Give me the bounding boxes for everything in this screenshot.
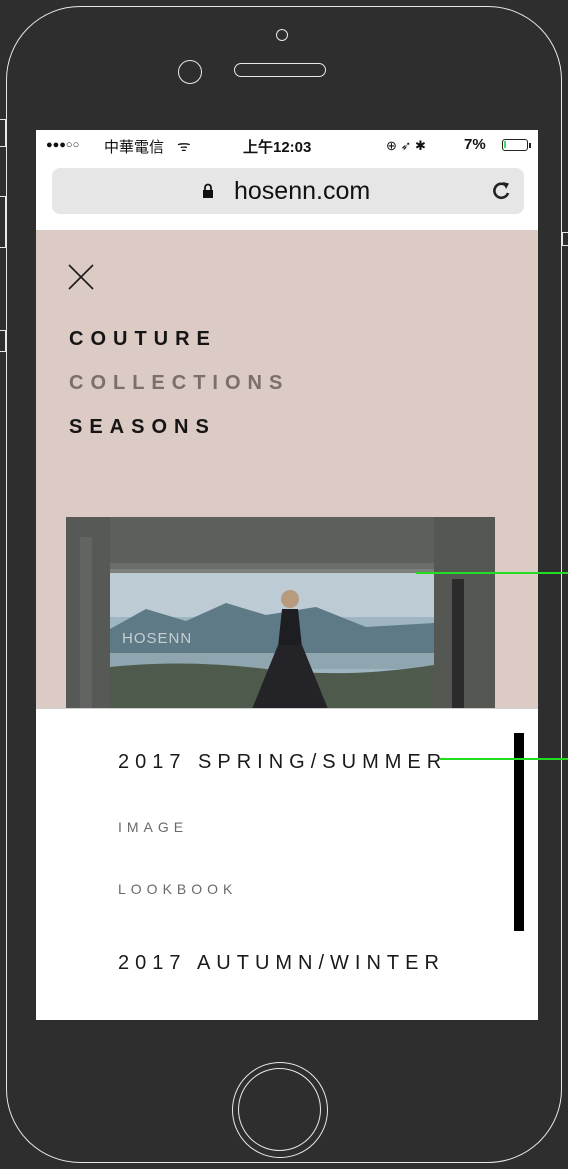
menu-item-collections[interactable]: COLLECTIONS — [69, 372, 289, 395]
phone-screen: ●●●○○ 中華電信 ᯤ 上午12:03 ⊕ ➶ ✱ 7% hosenn.com… — [36, 130, 538, 1020]
battery-level — [504, 141, 506, 148]
lock-icon — [203, 183, 213, 198]
address-bar[interactable]: hosenn.com — [52, 168, 524, 214]
status-bar: ●●●○○ 中華電信 ᯤ 上午12:03 ⊕ ➶ ✱ 7% — [36, 130, 538, 160]
proximity-sensor — [178, 60, 202, 84]
home-button-ring — [238, 1068, 321, 1151]
reload-icon[interactable] — [490, 179, 514, 203]
guide-line-hero — [416, 572, 568, 574]
season-link-lookbook[interactable]: LOOKBOOK — [118, 881, 237, 897]
hero-image[interactable]: HOSENN — [66, 517, 495, 709]
carrier-name: 中華電信 — [104, 139, 165, 156]
side-button-power — [562, 232, 568, 246]
panel-scrollbar[interactable] — [514, 733, 524, 931]
season-2017-autumn-winter[interactable]: 2017 AUTUMN/WINTER — [118, 952, 445, 975]
side-button-volume-down — [0, 330, 6, 352]
battery-nub — [529, 143, 531, 148]
earpiece-speaker — [234, 63, 326, 77]
signal-strength: ●●●○○ — [46, 139, 80, 151]
clock: 上午12:03 — [243, 139, 312, 156]
browser-bar: ●●●○○ 中華電信 ᯤ 上午12:03 ⊕ ➶ ✱ 7% hosenn.com — [36, 130, 538, 230]
status-indicators: ⊕ ➶ ✱ — [386, 138, 426, 153]
close-icon[interactable] — [66, 262, 96, 292]
side-button-volume-up — [0, 196, 6, 248]
battery-icon — [502, 139, 528, 151]
season-link-image[interactable]: IMAGE — [118, 819, 188, 835]
menu-item-couture[interactable]: COUTURE — [69, 328, 217, 351]
seasons-panel: 2017 SPRING/SUMMER IMAGE LOOKBOOK 2017 A… — [36, 708, 538, 1020]
menu-item-seasons[interactable]: SEASONS — [69, 416, 216, 439]
battery-percent: 7% — [464, 136, 486, 153]
home-button-icon[interactable] — [232, 1062, 328, 1158]
wifi-icon: ᯤ — [177, 138, 191, 155]
url-text: hosenn.com — [234, 177, 371, 205]
hero-logo-watermark: HOSENN — [122, 630, 192, 647]
side-button-silent — [0, 119, 6, 147]
front-camera — [276, 29, 288, 41]
guide-line-season — [440, 758, 568, 760]
season-2017-spring-summer[interactable]: 2017 SPRING/SUMMER — [118, 751, 447, 774]
